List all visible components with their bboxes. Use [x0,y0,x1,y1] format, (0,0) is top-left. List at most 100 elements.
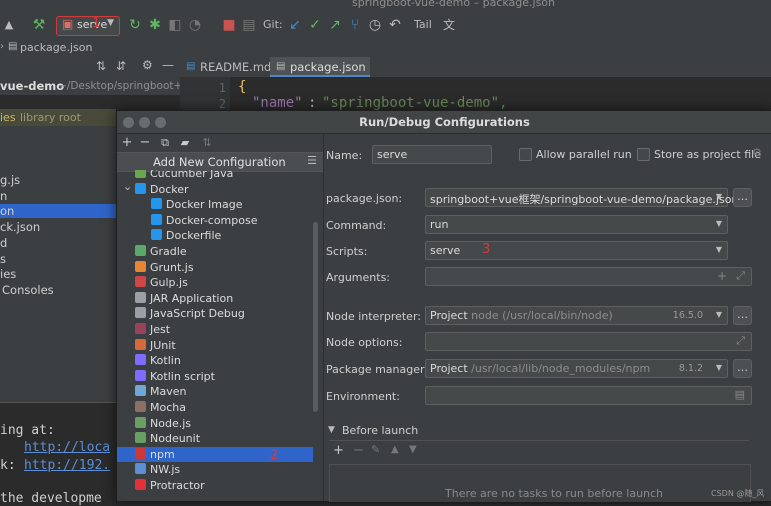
code-value: "springboot-vue-demo", [322,95,508,111]
browse-interpreter-button[interactable]: … [733,306,752,325]
tree-item[interactable]: Consoles [2,283,54,297]
tree-item[interactable]: s [0,252,6,266]
tree-item[interactable]: g.js [0,173,20,187]
debug-bug-icon[interactable]: ✱ [146,16,164,34]
command-select[interactable]: run ▼ [425,215,728,234]
stop-icon[interactable]: ■ [220,16,238,34]
before-launch-task-list[interactable]: There are no tasks to run before launch [329,464,751,502]
layout-icon[interactable]: ▤ [240,16,258,34]
browse-package-json-button[interactable]: … [733,188,752,207]
copy-icon[interactable]: ⧉ [157,134,173,152]
git-commit-icon[interactable]: ✓ [306,16,324,34]
editor-tabs: ▤ README.md ▤ package.json [180,57,771,78]
hide-icon[interactable]: — [162,58,174,72]
arguments-field[interactable]: + ⤢ [425,267,752,286]
collapse-all-icon[interactable]: ⇵ [116,59,126,73]
rerun-icon[interactable]: ↻ [126,16,144,34]
config-type-item[interactable]: ⌄ Docker [123,180,189,197]
allow-parallel-checkbox[interactable] [519,148,532,161]
project-root[interactable]: vue-demo ~/Desktop/springboot+vue [0,77,202,95]
tree-item[interactable]: n [0,189,7,203]
config-type-item[interactable]: Kotlin script [135,369,215,384]
edit-list-icon[interactable]: ▤ [735,388,745,401]
browse-package-manager-button[interactable]: … [733,359,752,378]
profile-icon[interactable]: ◔ [186,16,204,34]
terminal-local-link[interactable]: http://loca [24,440,110,455]
config-type-item[interactable]: Docker-compose [151,213,258,228]
terminal-network-link[interactable]: http://192. [24,458,110,473]
move-down-icon[interactable]: ▼ [409,444,417,455]
add-icon[interactable]: + [333,443,344,458]
close-window-button[interactable] [123,117,134,128]
config-type-item[interactable]: JAR Application [135,291,233,306]
gear-icon[interactable]: ⚙ [142,58,153,72]
package-json-field[interactable]: springboot+vue框架/springboot-vue-demo/pac… [425,188,738,207]
config-type-item[interactable]: Maven [135,384,186,399]
name-field[interactable]: serve [372,145,492,164]
history-clock-icon[interactable]: ◷ [366,16,384,34]
git-push-icon[interactable]: ↗ [326,16,344,34]
expand-chevron-icon[interactable]: ⌄ [123,179,132,194]
build-hammer-icon[interactable]: ⚒ [30,16,48,34]
tree-item-selected[interactable]: on [0,204,116,218]
config-type-item[interactable]: Grunt.js [135,260,194,275]
project-name: vue-demo [0,79,65,93]
config-type-item[interactable]: JUnit [135,338,176,353]
scripts-select[interactable]: serve ▼ [425,241,728,260]
tab-package-json[interactable]: ▤ package.json [270,57,370,77]
tab-readme[interactable]: ▤ README.md [180,57,284,77]
breadcrumb-file[interactable]: package.json [20,41,92,54]
folder-icon[interactable]: ▰ [177,134,193,152]
node-interpreter-select[interactable]: Project node (/usr/local/bin/node) 16.5.… [425,306,728,325]
minimize-window-button[interactable] [139,117,150,128]
config-type-label: Docker-compose [166,213,258,227]
tree-item[interactable]: d [0,236,7,250]
add-icon[interactable]: + [119,134,135,152]
config-type-item[interactable]: NW.js [135,462,180,477]
remove-icon[interactable]: − [353,443,364,458]
tail-button[interactable]: Tail [414,18,432,31]
config-type-item[interactable]: Docker Image [151,197,242,212]
external-libraries-row[interactable]: ies library root [0,109,116,126]
run-config-select[interactable]: ▣ serve ▼ [56,16,120,36]
rollback-icon[interactable]: ↶ [386,16,404,34]
edit-pencil-icon[interactable]: ✎ [371,443,380,456]
config-type-item[interactable]: Jest [135,322,170,337]
remove-icon[interactable]: − [137,134,153,152]
store-project-checkbox[interactable] [637,148,650,161]
config-type-item[interactable]: Gradle [135,244,187,259]
expand-icon[interactable]: ⤢ [736,334,745,348]
sort-icon[interactable]: ⇅ [199,134,215,152]
chevron-down-icon[interactable]: ▼ [328,425,335,435]
coverage-icon[interactable]: ◧ [166,16,184,34]
node-interpreter-version: 16.5.0 [672,310,703,321]
node-options-field[interactable]: ⤢ [425,332,752,351]
config-type-item[interactable]: Protractor [135,478,205,493]
add-icon[interactable]: + [717,269,727,283]
tree-item[interactable]: ck.json [0,220,40,234]
expand-icon[interactable]: ⤢ [736,269,745,283]
config-type-npm-selected[interactable]: npm [117,446,313,462]
collapse-icon[interactable]: ☰ [307,154,317,167]
environment-field[interactable]: ▤ [425,386,752,405]
config-type-item[interactable]: Gulp.js [135,275,188,290]
git-update-icon[interactable]: ↙ [286,16,304,34]
package-manager-select[interactable]: Project /usr/local/lib/node_modules/npm … [425,359,728,378]
move-up-icon[interactable]: ▲ [391,444,399,455]
config-type-item[interactable]: Node.js [135,416,191,431]
git-branch-icon[interactable]: ⑂ [346,16,364,34]
config-type-item[interactable]: Nodeunit [135,431,200,446]
settings-gear-icon[interactable]: ⚙ [752,146,762,159]
config-list-scrollbar[interactable] [313,222,318,412]
config-type-item[interactable]: JavaScript Debug [135,306,245,321]
kotlin-icon [135,354,146,366]
config-type-item[interactable]: Mocha [135,400,186,415]
user-icon[interactable]: ▲ [0,16,18,34]
expand-all-icon[interactable]: ⇅ [96,59,106,73]
translate-icon[interactable]: 文 [440,16,458,34]
config-type-item[interactable]: Kotlin [135,353,181,368]
zoom-window-button[interactable] [155,117,166,128]
tree-item[interactable]: ies [0,267,16,281]
config-type-item[interactable]: Dockerfile [151,228,221,243]
config-type-item[interactable]: Cucumber Java [135,170,233,181]
